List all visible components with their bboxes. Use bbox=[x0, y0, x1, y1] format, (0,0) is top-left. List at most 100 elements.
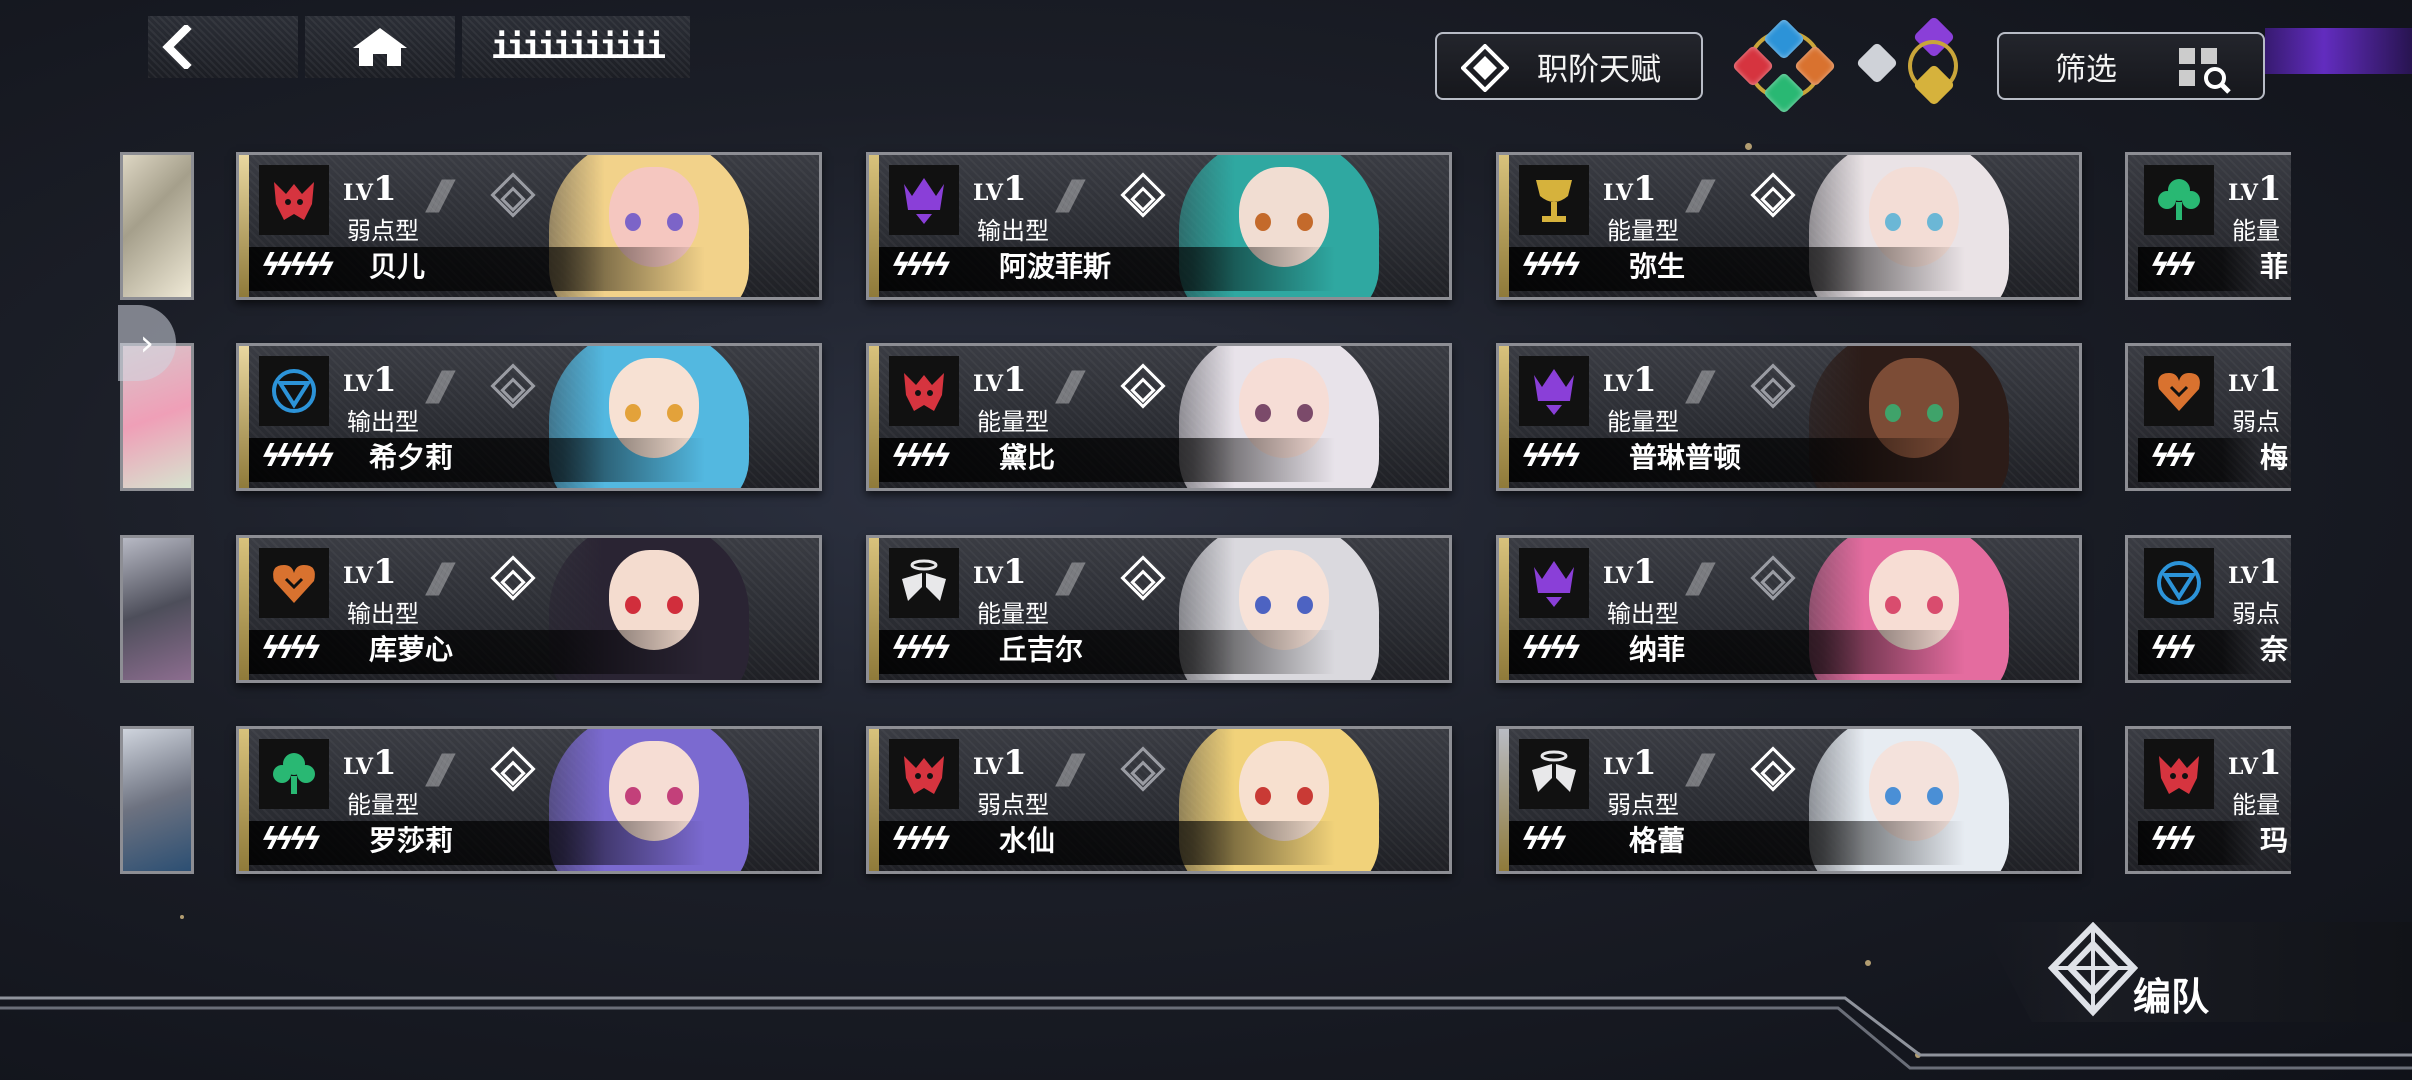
character-name: 阿波菲斯 bbox=[999, 250, 1112, 283]
chevron-left-icon: › bbox=[139, 322, 155, 364]
star-rank-icon: ϟϟϟϟ bbox=[891, 248, 952, 283]
back-button[interactable] bbox=[148, 16, 298, 78]
star-rank-icon: ϟϟϟϟ bbox=[891, 439, 952, 474]
crown-icon bbox=[889, 165, 959, 235]
name-bar bbox=[1509, 630, 2079, 674]
rank-slashes: /// bbox=[429, 556, 453, 602]
character-name: 丘吉尔 bbox=[999, 633, 1084, 666]
star-rank-icon: ϟϟϟϟ bbox=[1521, 248, 1582, 283]
character-card[interactable]: LV1 /// 能量型 ϟϟϟϟ 普琳普顿 bbox=[1496, 343, 2082, 491]
partial-card-right[interactable]: LV1 弱点 ϟϟϟ 奈 bbox=[2125, 535, 2291, 683]
filter-label: 筛选 bbox=[2055, 51, 2117, 88]
wolf-icon bbox=[889, 739, 959, 809]
character-name: 纳菲 bbox=[1629, 633, 1686, 666]
light-element-icon[interactable] bbox=[1855, 41, 1899, 85]
rank-slashes: /// bbox=[1689, 747, 1713, 793]
crown-icon bbox=[1519, 548, 1589, 618]
partial-card-right[interactable]: LV1 能量 ϟϟϟ 菲 bbox=[2125, 152, 2291, 300]
partial-card-right[interactable]: LV1 弱点 ϟϟϟ 梅 bbox=[2125, 343, 2291, 491]
level-label: LV1 bbox=[1603, 552, 1657, 592]
character-name: 格蕾 bbox=[1629, 824, 1686, 857]
role-type-label: 弱点型 bbox=[977, 791, 1049, 819]
character-name: 贝儿 bbox=[369, 250, 426, 283]
rank-slashes: /// bbox=[1059, 364, 1083, 410]
star-rank-icon: ϟϟϟϟϟ bbox=[261, 248, 336, 283]
name-bar bbox=[1509, 438, 2079, 482]
character-card[interactable]: LV1 /// 能量型 ϟϟϟϟ 丘吉尔 bbox=[866, 535, 1452, 683]
name-bar bbox=[879, 630, 1449, 674]
character-card[interactable]: LV1 /// 能量型 ϟϟϟϟ 黛比 bbox=[866, 343, 1452, 491]
character-card[interactable]: LV1 /// 能量型 ϟϟϟϟ 罗莎莉 bbox=[236, 726, 822, 874]
character-card[interactable]: LV1 /// 弱点型 ϟϟϟ 格蕾 bbox=[1496, 726, 2082, 874]
character-name: 库萝心 bbox=[369, 633, 454, 666]
character-card[interactable]: LV1 /// 输出型 ϟϟϟϟ 阿波菲斯 bbox=[866, 152, 1452, 300]
level-label: LV1 bbox=[973, 360, 1027, 400]
role-type-label: 输出型 bbox=[347, 600, 419, 628]
character-name: 普琳普顿 bbox=[1629, 441, 1742, 474]
role-type-label: 输出型 bbox=[977, 217, 1049, 245]
rank-slashes: /// bbox=[1059, 747, 1083, 793]
element-wheel-icon[interactable] bbox=[1731, 17, 1837, 115]
rarity-bar bbox=[1499, 729, 1509, 871]
wolf-icon bbox=[259, 165, 329, 235]
star-rank-icon: ϟϟϟ bbox=[2150, 248, 2197, 283]
character-card[interactable]: LV1 /// 输出型 ϟϟϟϟϟ 希夕莉 bbox=[236, 343, 822, 491]
partial-card-right[interactable]: LV1 能量 ϟϟϟ 玛 bbox=[2125, 726, 2291, 874]
chalice-icon bbox=[1519, 165, 1589, 235]
orb-icon bbox=[2144, 548, 2214, 618]
role-type-label: 能量 bbox=[2232, 791, 2280, 819]
star-rank-icon: ϟϟϟ bbox=[2150, 822, 2197, 857]
level-label: LV1 bbox=[343, 169, 397, 209]
role-type-label: 能量 bbox=[2232, 217, 2280, 245]
home-button[interactable] bbox=[305, 16, 455, 78]
wings-icon bbox=[889, 548, 959, 618]
character-card[interactable]: LV1 /// 输出型 ϟϟϟϟ 纳菲 bbox=[1496, 535, 2082, 683]
character-name: 水仙 bbox=[999, 824, 1056, 857]
purple-gold-element-icon[interactable] bbox=[1908, 15, 1960, 108]
role-type-label: 弱点 bbox=[2232, 408, 2280, 436]
role-type-label: 能量型 bbox=[977, 600, 1049, 628]
extra-menu-button[interactable]: iiiiiiiiiii bbox=[462, 16, 690, 78]
character-card[interactable]: LV1 /// 输出型 ϟϟϟϟ 库萝心 bbox=[236, 535, 822, 683]
rarity-bar bbox=[239, 729, 249, 871]
role-type-label: 能量型 bbox=[347, 791, 419, 819]
character-name: 梅 bbox=[2260, 441, 2289, 474]
filter-button[interactable]: 筛选 bbox=[1997, 32, 2265, 100]
character-name: 玛 bbox=[2260, 824, 2289, 857]
name-bar bbox=[879, 821, 1449, 865]
rank-slashes: /// bbox=[1059, 556, 1083, 602]
character-name: 奈 bbox=[2260, 633, 2289, 666]
partial-card-left-4[interactable] bbox=[120, 726, 194, 874]
character-card[interactable]: LV1 /// 弱点型 ϟϟϟϟ 水仙 bbox=[866, 726, 1452, 874]
partial-card-left-3[interactable] bbox=[120, 535, 194, 683]
role-type-label: 能量型 bbox=[1607, 217, 1679, 245]
level-label: LV1 bbox=[1603, 169, 1657, 209]
star-rank-icon: ϟϟϟϟ bbox=[891, 631, 952, 666]
character-name: 菲 bbox=[2260, 250, 2289, 283]
level-label: LV1 bbox=[973, 743, 1027, 783]
character-card[interactable]: LV1 /// 弱点型 ϟϟϟϟϟ 贝儿 bbox=[236, 152, 822, 300]
rarity-bar bbox=[869, 155, 879, 297]
heart-icon bbox=[2144, 356, 2214, 426]
back-arrow-icon bbox=[162, 25, 192, 69]
rank-slashes: /// bbox=[429, 364, 453, 410]
tree-icon bbox=[2144, 165, 2214, 235]
role-type-label: 弱点 bbox=[2232, 600, 2280, 628]
star-rank-icon: ϟϟϟϟ bbox=[261, 822, 322, 857]
character-card[interactable]: LV1 /// 能量型 ϟϟϟϟ 弥生 bbox=[1496, 152, 2082, 300]
star-rank-icon: ϟϟϟϟ bbox=[1521, 631, 1582, 666]
role-type-label: 能量型 bbox=[1607, 408, 1679, 436]
team-formation-button[interactable]: 编队 bbox=[1980, 922, 2412, 1022]
formation-icon bbox=[2048, 922, 2138, 1017]
star-rank-icon: ϟϟϟϟ bbox=[891, 822, 952, 857]
name-bar bbox=[249, 821, 819, 865]
character-name: 希夕莉 bbox=[369, 441, 454, 474]
extra-menu-label: iiiiiiiiiii bbox=[490, 27, 666, 67]
class-talent-button[interactable]: 职阶天赋 bbox=[1435, 32, 1703, 100]
level-label: LV1 bbox=[343, 552, 397, 592]
rarity-bar bbox=[869, 538, 879, 680]
partial-card-left-1[interactable] bbox=[120, 152, 194, 300]
rank-slashes: /// bbox=[1689, 173, 1713, 219]
home-icon bbox=[353, 28, 407, 66]
star-rank-icon: ϟϟϟ bbox=[2150, 439, 2197, 474]
